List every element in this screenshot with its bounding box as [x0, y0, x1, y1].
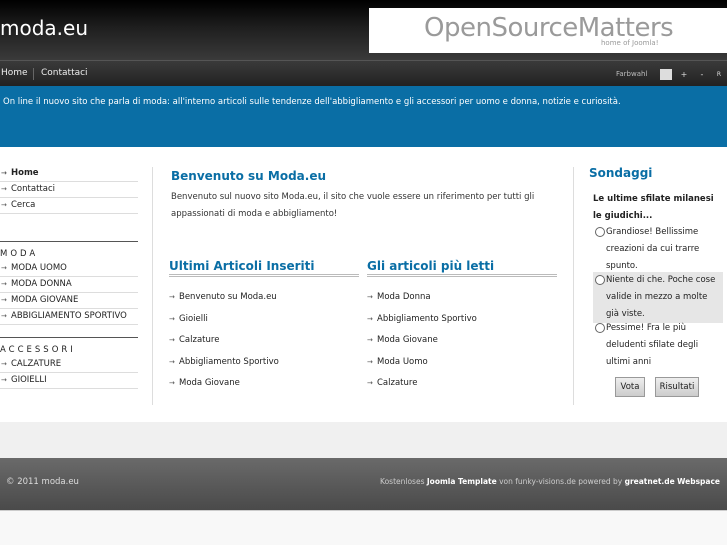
- webspace-link[interactable]: Webspace: [677, 477, 720, 486]
- moda-heading: MODA: [0, 241, 138, 259]
- top-navigation: Home Contattaci Farbwahl + - R: [0, 60, 727, 86]
- poll-option[interactable]: Niente di che. Poche cose valide in mezz…: [593, 272, 723, 323]
- accessori-menu: → CALZATURE → GIOIELLI: [0, 357, 138, 389]
- list-item[interactable]: → Moda Giovane: [367, 330, 557, 352]
- poll-option[interactable]: Pessime! Fra le più deludenti sfilate de…: [593, 320, 723, 371]
- article-title[interactable]: Benvenuto su Moda.eu: [171, 169, 326, 183]
- radio-button[interactable]: [595, 323, 605, 333]
- arrow-icon: →: [169, 379, 175, 387]
- font-reset-button[interactable]: R: [713, 69, 725, 80]
- latest-articles-title: Ultimi Articoli Inseriti: [169, 259, 315, 273]
- arrow-icon: →: [1, 185, 7, 193]
- poll-title: Sondaggi: [589, 166, 653, 180]
- arrow-icon: →: [1, 296, 7, 304]
- popular-articles-list: → Moda Donna → Abbigliamento Sportivo → Mod…: [367, 287, 557, 395]
- menu-item-moda-donna[interactable]: → MODA DONNA: [0, 277, 138, 293]
- accessori-heading: ACCESSORI: [0, 337, 138, 355]
- arrow-icon: →: [1, 360, 7, 368]
- arrow-icon: →: [1, 201, 7, 209]
- banner-subtitle: home of Joomla!: [601, 39, 659, 47]
- moda-menu: → MODA UOMO → MODA DONNA → MODA GIOVANE → AB…: [0, 261, 138, 325]
- list-item[interactable]: → Abbigliamento Sportivo: [169, 352, 359, 374]
- popular-articles-title: Gli articoli più letti: [367, 259, 495, 273]
- menu-item-gioielli[interactable]: → GIOIELLI: [0, 373, 138, 389]
- joomla-template-link[interactable]: Joomla Template: [427, 477, 497, 486]
- site-title[interactable]: moda.eu: [0, 16, 88, 40]
- nav-divider: [33, 68, 34, 80]
- menu-item-moda-uomo[interactable]: → MODA UOMO: [0, 261, 138, 277]
- arrow-icon: →: [367, 357, 373, 366]
- arrow-icon: →: [367, 379, 373, 387]
- list-item[interactable]: → Benvenuto su Moda.eu: [169, 287, 359, 309]
- arrow-icon: →: [1, 312, 7, 320]
- menu-item-calzature[interactable]: → CALZATURE: [0, 357, 138, 373]
- copyright: © 2011 moda.eu: [6, 477, 79, 487]
- bottom-strip: [0, 510, 727, 545]
- arrow-icon: →: [169, 336, 175, 344]
- menu-item-contattaci[interactable]: → Contattaci: [0, 182, 138, 198]
- arrow-icon: →: [169, 357, 175, 366]
- header: moda.eu OpenSourceMatters home of Joomla…: [0, 0, 727, 60]
- latest-articles-list: → Benvenuto su Moda.eu → Gioielli → Calzatu…: [169, 287, 359, 395]
- footer: © 2011 moda.eu Kostenloses Joomla Templa…: [0, 458, 727, 510]
- list-item[interactable]: → Moda Uomo: [367, 352, 557, 374]
- arrow-icon: →: [169, 293, 175, 301]
- nav-home[interactable]: Home: [1, 68, 28, 78]
- column-divider: [152, 167, 153, 405]
- arrow-icon: →: [169, 314, 175, 323]
- radio-button[interactable]: [595, 227, 605, 237]
- list-item[interactable]: → Calzature: [169, 330, 359, 352]
- intro-text: On line il nuovo sito che parla di moda:…: [3, 97, 621, 107]
- poll-question: Le ultime sfilate milanesi le giudichi..…: [593, 194, 714, 221]
- intro-band: On line il nuovo sito che parla di moda:…: [0, 86, 727, 147]
- footer-spacer: [0, 422, 727, 458]
- list-item[interactable]: → Moda Giovane: [169, 373, 359, 395]
- main-menu: → Home → Contattaci → Cerca: [0, 165, 138, 214]
- arrow-icon: →: [1, 264, 7, 272]
- list-item[interactable]: → Gioielli: [169, 309, 359, 331]
- footer-credits: Kostenloses Joomla Template von funky-vi…: [380, 477, 720, 486]
- arrow-icon: →: [367, 293, 373, 301]
- column-divider: [573, 167, 574, 405]
- color-choice-label: Farbwahl: [616, 70, 648, 78]
- list-item[interactable]: → Moda Donna: [367, 287, 557, 309]
- banner-ad[interactable]: OpenSourceMatters home of Joomla!: [369, 8, 727, 53]
- section-rule: [367, 274, 557, 277]
- color-swatch-button[interactable]: [660, 69, 672, 80]
- greatnet-link[interactable]: greatnet.de: [625, 477, 675, 486]
- font-decrease-button[interactable]: -: [696, 69, 708, 80]
- menu-item-cerca[interactable]: → Cerca: [0, 198, 138, 214]
- menu-item-home[interactable]: → Home: [0, 166, 138, 182]
- section-rule: [169, 274, 359, 277]
- vote-button[interactable]: Vota: [615, 377, 645, 397]
- menu-item-moda-giovane[interactable]: → MODA GIOVANE: [0, 293, 138, 309]
- arrow-icon: →: [1, 376, 7, 384]
- nav-contattaci[interactable]: Contattaci: [41, 68, 88, 78]
- list-item[interactable]: → Abbigliamento Sportivo: [367, 309, 557, 331]
- poll-option[interactable]: Grandiose! Bellissime creazioni da cui t…: [593, 224, 723, 275]
- arrow-icon: →: [1, 169, 7, 177]
- article-text: Benvenuto sul nuovo sito Moda.eu, il sit…: [171, 192, 535, 219]
- arrow-icon: →: [367, 314, 373, 323]
- font-increase-button[interactable]: +: [678, 69, 690, 80]
- results-button[interactable]: Risultati: [655, 377, 699, 397]
- arrow-icon: →: [367, 336, 373, 344]
- menu-item-abbigliamento-sportivo[interactable]: → ABBIGLIAMENTO SPORTIVO: [0, 309, 138, 325]
- list-item[interactable]: → Calzature: [367, 373, 557, 395]
- main-content: → Home → Contattaci → Cerca MODA → MODA UOMO…: [0, 147, 727, 422]
- arrow-icon: →: [1, 280, 7, 288]
- radio-button[interactable]: [595, 275, 605, 285]
